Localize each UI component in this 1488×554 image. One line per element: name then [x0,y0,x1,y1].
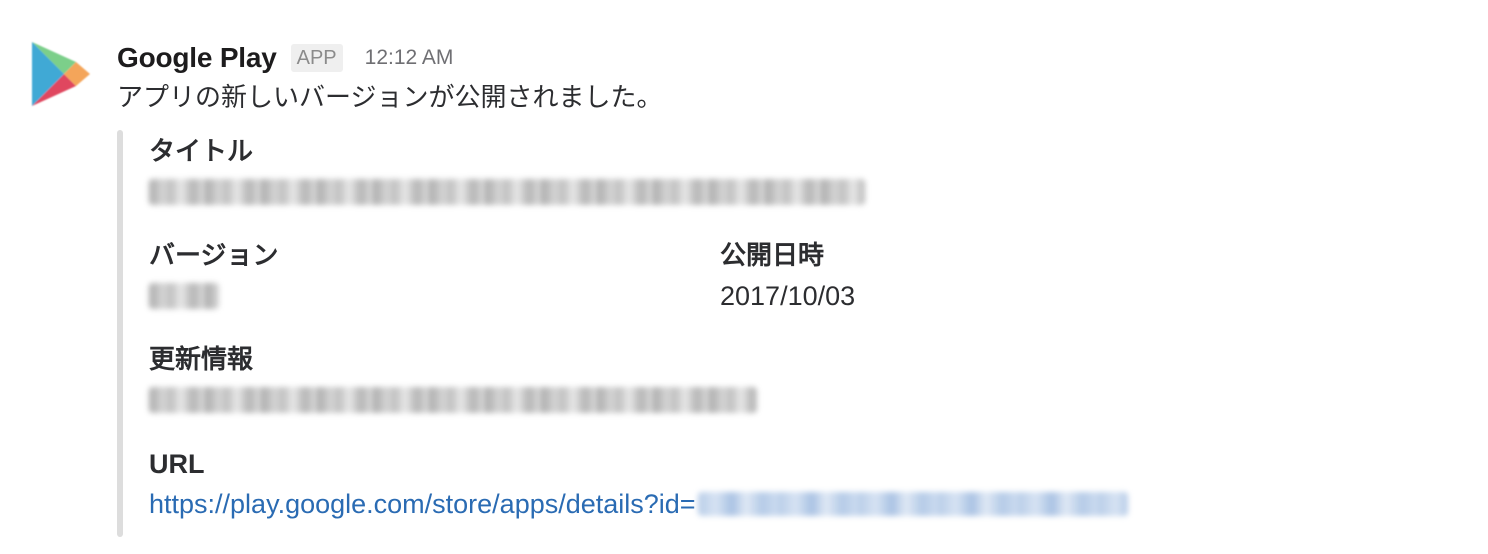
field-label: タイトル [149,137,254,167]
message-text: アプリの新しいバージョンが公開されました。 [117,83,663,113]
redacted-app-id [697,492,1128,516]
field-value-redacted [149,278,278,314]
store-link-text[interactable]: https://play.google.com/store/apps/detai… [149,486,696,522]
field-version: バージョン [149,238,278,314]
field-url: URL https://play.google.com/store/apps/d… [149,446,1128,522]
field-label: URL [149,449,205,479]
field-value-redacted [149,174,865,210]
store-link[interactable]: https://play.google.com/store/apps/detai… [149,486,1128,522]
chat-message: Google Play APP 12:12 AM アプリの新しいバージョンが公開… [0,0,1488,554]
redacted-version [149,283,219,309]
google-play-icon[interactable] [28,40,92,108]
field-label: バージョン [149,241,279,271]
redacted-title [149,179,865,205]
field-value-redacted [149,382,757,418]
field-label: 更新情報 [149,345,254,375]
timestamp[interactable]: 12:12 AM [365,46,454,70]
attachment: タイトル バージョン 公開日時 2017/10/03 更新情報 URL http… [117,130,1417,537]
field-title: タイトル [149,134,865,210]
app-badge: APP [290,44,343,72]
field-published: 公開日時 2017/10/03 [720,238,855,314]
attachment-border [117,130,123,537]
field-value: https://play.google.com/store/apps/detai… [149,486,1128,522]
redacted-changelog [149,387,757,413]
field-changelog: 更新情報 [149,342,757,418]
field-value: 2017/10/03 [720,281,856,311]
message-header: Google Play APP 12:12 AM [117,40,453,76]
sender-name[interactable]: Google Play [117,42,277,74]
field-label: 公開日時 [720,241,825,271]
